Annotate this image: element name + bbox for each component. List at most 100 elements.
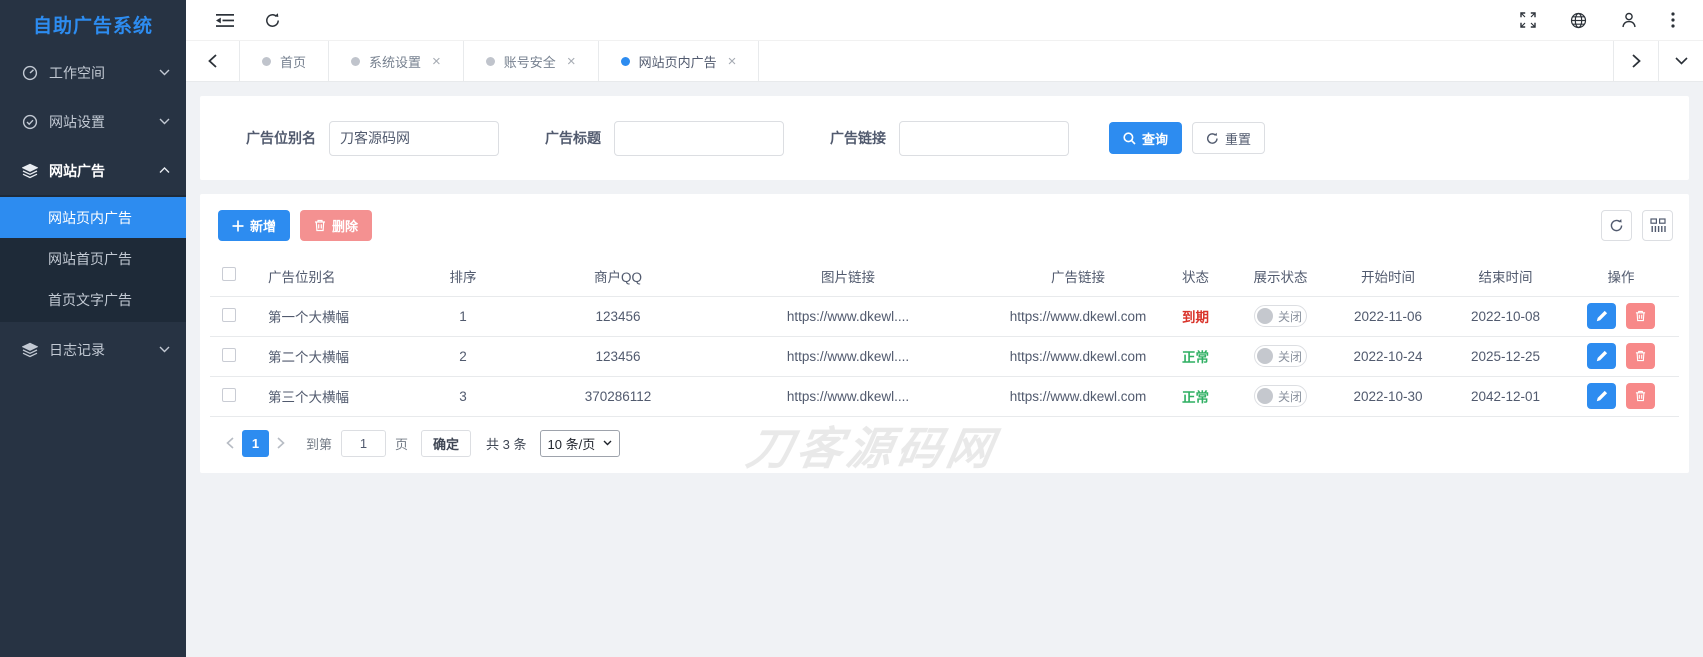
column-header: 操作 bbox=[1563, 256, 1679, 297]
tab-inpage-ads[interactable]: 网站页内广告 × bbox=[599, 41, 760, 81]
sidebar-item-site-ads[interactable]: 网站广告 bbox=[0, 146, 186, 195]
cell-sort: 1 bbox=[388, 296, 538, 337]
field-label: 广告标题 bbox=[545, 130, 601, 146]
tab-bar: 首页 系统设置 × 账号安全 × 网站页内广告 × bbox=[186, 41, 1703, 82]
tab-label: 网站页内广告 bbox=[638, 54, 717, 70]
goto-label: 到第 bbox=[306, 436, 333, 452]
ad-slot-alias-input[interactable] bbox=[329, 120, 499, 156]
tabs-menu-button[interactable] bbox=[1658, 41, 1703, 81]
sidebar: 自助广告系统 工作空间 网站设置 网站广告 网站页内广告 网站首页广告 首页文字… bbox=[0, 0, 186, 657]
reset-icon bbox=[1206, 132, 1219, 145]
sidebar-item-logs[interactable]: 日志记录 bbox=[0, 325, 186, 374]
row-checkbox[interactable] bbox=[222, 387, 236, 402]
add-button[interactable]: 新增 bbox=[218, 210, 291, 241]
sidebar-subitem-home-text-ads[interactable]: 首页文字广告 bbox=[0, 279, 186, 320]
sidebar-subitem-label: 网站首页广告 bbox=[48, 250, 132, 267]
cell-ad-link: https://www.dkewl.com bbox=[998, 296, 1158, 337]
sidebar-item-label: 工作空间 bbox=[49, 64, 105, 81]
status-badge: 正常 bbox=[1182, 390, 1209, 405]
cell-end-time: 2042-12-01 bbox=[1448, 376, 1563, 417]
display-state-toggle[interactable]: 关闭 bbox=[1254, 345, 1307, 367]
language-globe-icon[interactable] bbox=[1570, 12, 1587, 29]
column-header: 排序 bbox=[388, 256, 538, 297]
display-state-toggle[interactable]: 关闭 bbox=[1254, 305, 1307, 327]
sidebar-item-label: 网站设置 bbox=[49, 113, 105, 130]
chevron-down-icon bbox=[603, 440, 612, 446]
total-count-label: 共 3 条 bbox=[486, 436, 527, 452]
user-icon[interactable] bbox=[1621, 12, 1637, 28]
status-badge: 到期 bbox=[1182, 310, 1209, 325]
delete-row-button[interactable] bbox=[1625, 343, 1655, 369]
toggle-knob bbox=[1257, 348, 1273, 364]
collapse-sidebar-icon[interactable] bbox=[216, 13, 234, 28]
tabbar-spacer bbox=[759, 41, 1613, 81]
field-ad-title: 广告标题 bbox=[545, 120, 784, 156]
tab-label: 首页 bbox=[280, 54, 307, 70]
edit-row-button[interactable] bbox=[1587, 343, 1617, 369]
tab-system-settings[interactable]: 系统设置 × bbox=[329, 41, 464, 81]
goto-page-input[interactable] bbox=[341, 429, 387, 457]
site-ads-submenu: 网站页内广告 网站首页广告 首页文字广告 bbox=[0, 195, 186, 322]
refresh-table-button[interactable] bbox=[1601, 210, 1632, 241]
chevron-down-icon bbox=[159, 346, 170, 353]
tabs-scroll-right-button[interactable] bbox=[1613, 41, 1658, 81]
sidebar-subitem-label: 网站页内广告 bbox=[48, 209, 132, 226]
sidebar-item-workspace[interactable]: 工作空间 bbox=[0, 48, 186, 97]
refresh-page-icon[interactable] bbox=[264, 12, 281, 29]
page-number-button[interactable]: 1 bbox=[242, 429, 269, 457]
select-all-checkbox[interactable] bbox=[222, 267, 236, 282]
tab-close-icon[interactable]: × bbox=[567, 54, 576, 69]
column-header: 广告链接 bbox=[998, 256, 1158, 297]
page-size-select[interactable]: 10 条/页 bbox=[539, 429, 621, 457]
tab-close-icon[interactable]: × bbox=[432, 54, 441, 69]
toggle-knob bbox=[1257, 388, 1273, 404]
cell-end-time: 2022-10-08 bbox=[1448, 296, 1563, 337]
edit-row-button[interactable] bbox=[1587, 383, 1617, 409]
search-icon bbox=[1123, 131, 1136, 145]
row-checkbox[interactable] bbox=[222, 307, 236, 322]
tab-home[interactable]: 首页 bbox=[240, 41, 330, 81]
ad-title-input[interactable] bbox=[614, 120, 784, 156]
sidebar-subitem-inpage-ads[interactable]: 网站页内广告 bbox=[0, 197, 186, 238]
layers-icon bbox=[22, 163, 38, 179]
column-header: 开始时间 bbox=[1328, 256, 1448, 297]
next-page-button[interactable] bbox=[269, 437, 293, 449]
delete-row-button[interactable] bbox=[1625, 383, 1655, 409]
tab-label: 账号安全 bbox=[503, 54, 556, 70]
delete-button[interactable]: 删除 bbox=[300, 210, 373, 241]
plus-icon bbox=[232, 220, 244, 232]
field-label: 广告链接 bbox=[830, 130, 886, 146]
top-navbar bbox=[186, 0, 1703, 41]
page-size-value: 10 条/页 bbox=[547, 436, 596, 452]
ad-link-input[interactable] bbox=[899, 120, 1069, 156]
gauge-icon bbox=[22, 65, 38, 81]
table-toolbar: 新增 删除 bbox=[218, 210, 1673, 241]
tab-account-security[interactable]: 账号安全 × bbox=[464, 41, 599, 81]
column-settings-button[interactable] bbox=[1642, 210, 1673, 241]
field-ad-link: 广告链接 bbox=[830, 120, 1069, 156]
search-button[interactable]: 查询 bbox=[1109, 122, 1183, 154]
tab-close-icon[interactable]: × bbox=[728, 54, 737, 69]
sidebar-subitem-homepage-ads[interactable]: 网站首页广告 bbox=[0, 238, 186, 279]
sidebar-subitem-label: 首页文字广告 bbox=[48, 291, 132, 308]
delete-row-button[interactable] bbox=[1625, 303, 1655, 329]
display-state-toggle[interactable]: 关闭 bbox=[1254, 385, 1307, 407]
field-ad-slot-alias: 广告位别名 bbox=[246, 120, 499, 156]
reset-button[interactable]: 重置 bbox=[1192, 122, 1266, 154]
goto-confirm-button[interactable]: 确定 bbox=[421, 429, 472, 457]
row-checkbox[interactable] bbox=[222, 347, 236, 362]
trash-icon bbox=[314, 219, 326, 232]
tabs-scroll-left-button[interactable] bbox=[186, 41, 240, 81]
table-row: 第一个大横幅 1 123456 https://www.dkewl.... ht… bbox=[210, 296, 1679, 337]
toggle-label: 关闭 bbox=[1278, 309, 1303, 324]
edit-row-button[interactable] bbox=[1587, 303, 1617, 329]
kebab-menu-icon[interactable] bbox=[1671, 12, 1675, 28]
sidebar-item-site-settings[interactable]: 网站设置 bbox=[0, 97, 186, 146]
cell-sort: 2 bbox=[388, 336, 538, 377]
cell-ad-link: https://www.dkewl.com bbox=[998, 336, 1158, 377]
prev-page-button[interactable] bbox=[218, 437, 242, 449]
field-label: 广告位别名 bbox=[246, 130, 316, 146]
chevron-down-icon bbox=[159, 69, 170, 76]
fullscreen-icon[interactable] bbox=[1520, 12, 1536, 28]
tab-dot bbox=[262, 56, 271, 66]
